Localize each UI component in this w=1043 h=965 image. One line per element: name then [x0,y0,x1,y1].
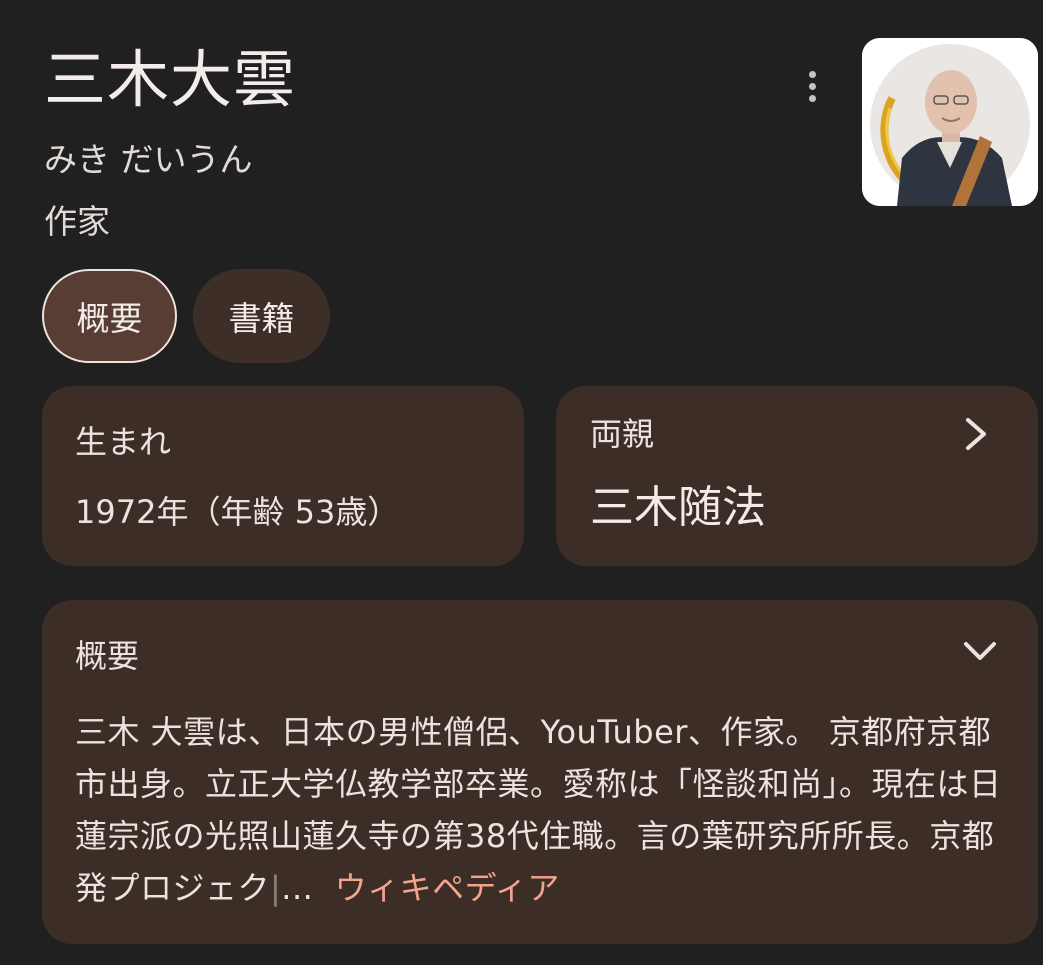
tab-overview[interactable]: 概要 [42,269,177,363]
text-fade: | [270,869,282,907]
entity-occupation: 作家 [44,202,110,241]
born-card [42,386,524,566]
entity-reading: みき だいうん [44,140,253,179]
born-label: 生まれ [75,423,172,461]
summary-label: 概要 [75,637,140,675]
summary-ellipsis: ... [281,869,314,907]
entity-portrait[interactable] [862,38,1038,206]
chevron-right-icon[interactable] [958,414,994,454]
more-vert-icon [808,70,816,78]
parents-value[interactable]: 三木随法 [590,480,766,536]
tab-books[interactable]: 書籍 [193,269,330,363]
portrait-image [862,38,1038,206]
more-options-button[interactable] [796,62,828,110]
summary-text: 三木 大雲は、日本の男性僧侶、YouTuber、作家。 京都府京都市出身。立正大… [75,706,1010,914]
born-value: 1972年（年齢 53歳） [75,493,400,531]
wikipedia-link[interactable]: ウィキペディア [335,869,560,907]
more-vert-icon-dot [808,82,816,90]
entity-title: 三木大雲 [44,43,297,116]
parents-card[interactable] [556,386,1038,566]
more-vert-icon-dot [808,94,816,102]
chevron-down-icon[interactable] [960,634,1000,670]
parents-label: 両親 [590,415,655,453]
